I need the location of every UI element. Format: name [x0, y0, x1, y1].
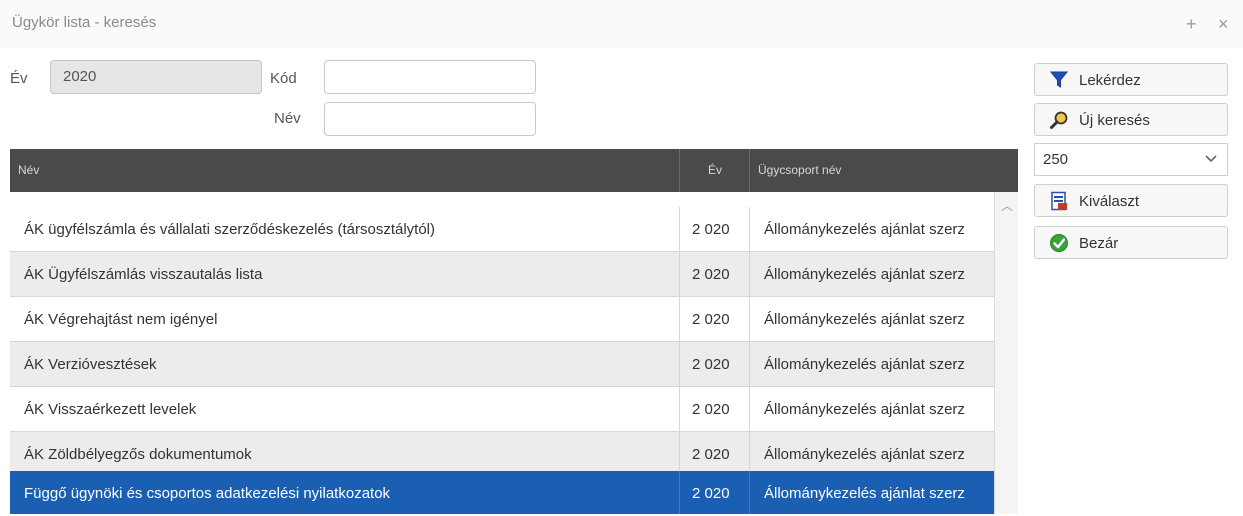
grid-header: Név Év Ügycsoport név: [10, 149, 1018, 192]
cell-ev: 2 020: [680, 207, 750, 252]
cell-nev: ÁK Visszaérkezett levelek: [10, 387, 680, 432]
page-size-value: 250: [1043, 151, 1069, 168]
window-title: Ügykör lista - keresés: [12, 14, 157, 31]
kod-label: Kód: [270, 70, 297, 87]
ev-field: 2020: [50, 60, 262, 94]
page-size-select[interactable]: 250: [1034, 143, 1228, 176]
table-row[interactable]: ÁK Visszaérkezett levelek 2 020 Állomány…: [10, 387, 994, 432]
column-header-ev[interactable]: Év: [680, 149, 750, 192]
cell-ev: 2 020: [680, 252, 750, 297]
lekerdez-label: Lekérdez: [1079, 72, 1141, 89]
close-window-button[interactable]: ×: [1218, 14, 1229, 35]
title-bar: Ügykör lista - keresés + ×: [0, 0, 1243, 48]
cell-nev: ÁK Végrehajtást nem igényel: [10, 297, 680, 342]
ev-label: Év: [10, 70, 28, 87]
kivalaszt-button[interactable]: Kiválaszt: [1034, 184, 1228, 217]
search-icon: [1050, 111, 1068, 129]
cell-ev: 2 020: [680, 342, 750, 387]
pin-button[interactable]: +: [1186, 14, 1197, 35]
uj-kereses-button[interactable]: Új keresés: [1034, 103, 1228, 136]
lekerdez-button[interactable]: Lekérdez: [1034, 63, 1228, 96]
results-grid: Név Év Ügycsoport név ÁK ügyfélszámla és…: [10, 149, 1018, 514]
cell-ugycsoport: Állománykezelés ajánlat szerz: [764, 356, 965, 373]
bezar-button[interactable]: Bezár: [1034, 226, 1228, 259]
cell-nev: ÁK Ügyfélszámlás visszautalás lista: [10, 252, 680, 297]
kivalaszt-label: Kiválaszt: [1079, 193, 1140, 210]
column-header-ugycsoport[interactable]: Ügycsoport név: [750, 149, 1018, 192]
cell-ugycsoport: Állománykezelés ajánlat szerz: [764, 221, 965, 238]
chevron-down-icon: [1205, 155, 1217, 163]
cell-nev: ÁK ügyfélszámla és vállalati szerződéske…: [10, 207, 680, 252]
cell-ev: 2 020: [680, 297, 750, 342]
vertical-scrollbar[interactable]: ︿: [994, 192, 1018, 514]
cell-ev: 2 020: [680, 387, 750, 432]
cell-nev: Függő ügynöki és csoportos adatkezelési …: [10, 471, 680, 514]
table-row[interactable]: ÁK Ügyfélszámlás visszautalás lista 2 02…: [10, 252, 994, 297]
cell-nev: ÁK Verzióvesztések: [10, 342, 680, 387]
table-row[interactable]: ÁK ügyfélszámla és vállalati szerződéske…: [10, 207, 994, 252]
nev-input[interactable]: [324, 102, 536, 136]
check-circle-icon: [1050, 234, 1068, 252]
table-row[interactable]: ÁK Verzióvesztések 2 020 Állománykezelés…: [10, 342, 994, 387]
uj-kereses-label: Új keresés: [1079, 112, 1150, 129]
bezar-label: Bezár: [1079, 235, 1119, 252]
cell-ugycsoport: Állománykezelés ajánlat szerz: [764, 401, 965, 418]
scroll-up-icon[interactable]: ︿: [1001, 197, 1013, 214]
kod-input[interactable]: [324, 60, 536, 94]
cell-ugycsoport: Állománykezelés ajánlat szerz: [764, 485, 965, 502]
cell-ev: 2 020: [680, 471, 750, 514]
select-document-icon: [1051, 191, 1067, 211]
table-row-selected[interactable]: Függő ügynöki és csoportos adatkezelési …: [10, 471, 994, 514]
table-row[interactable]: ÁK Végrehajtást nem igényel 2 020 Állomá…: [10, 297, 994, 342]
filter-icon: [1049, 71, 1069, 88]
nev-label: Név: [274, 110, 301, 127]
column-header-nev[interactable]: Név: [10, 149, 680, 192]
cell-ugycsoport: Állománykezelés ajánlat szerz: [764, 311, 965, 328]
cell-ugycsoport: Állománykezelés ajánlat szerz: [764, 266, 965, 283]
